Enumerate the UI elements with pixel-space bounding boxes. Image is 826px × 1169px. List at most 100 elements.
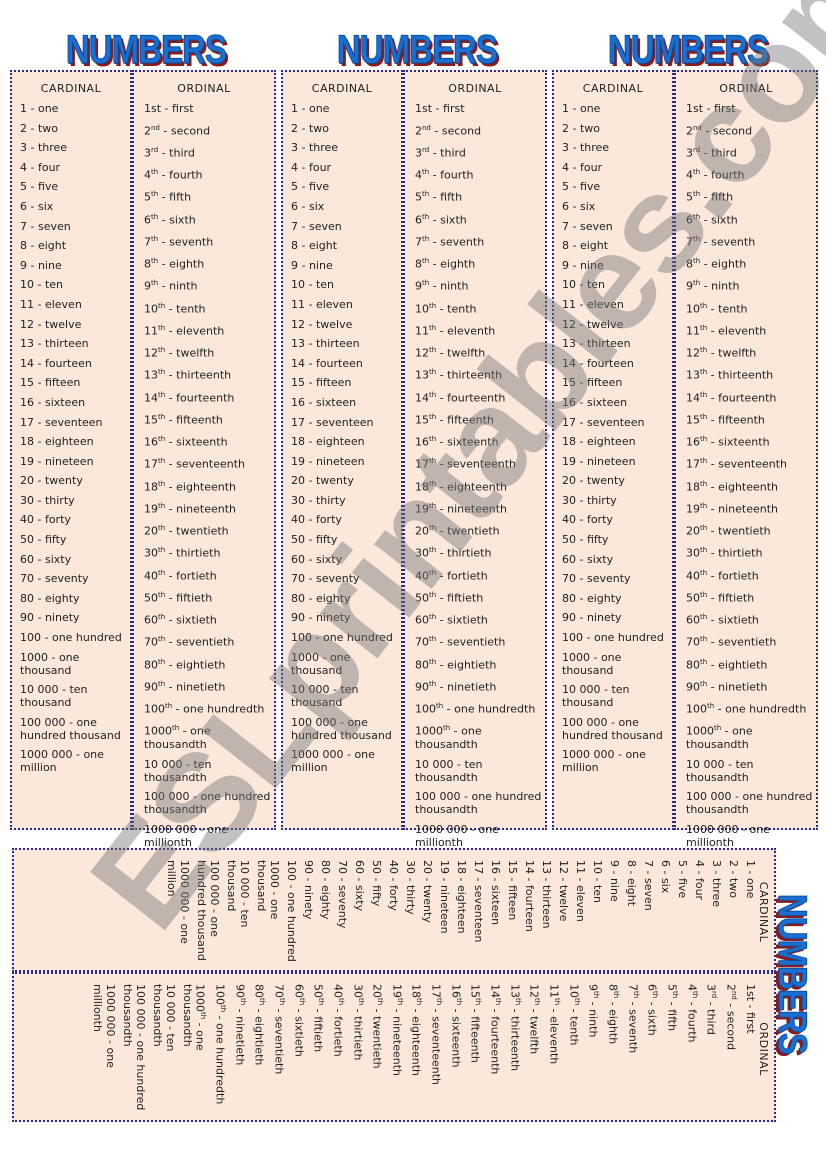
ordinal-suffix: th bbox=[422, 212, 430, 221]
cardinal-item: 30 - thirty bbox=[562, 493, 617, 507]
ordinal-item: 90th - ninetieth bbox=[686, 679, 768, 694]
ordinal-suffix: th bbox=[671, 991, 680, 999]
ordinal-suffix: th bbox=[436, 702, 444, 711]
ordinal-item: 7th - seventh bbox=[415, 234, 485, 249]
ordinal-item: 14th - fourteenth bbox=[686, 390, 777, 405]
ordinal-item: 20th - twentieth bbox=[144, 524, 229, 538]
ordinal-suffix: th bbox=[700, 412, 708, 421]
cardinal-list: 1 - one 2 - two 3 - three 4 - four 5 - five 6… bbox=[20, 102, 128, 781]
cardinal-item: 12 - twelve bbox=[562, 317, 624, 331]
ordinal-suffix: th bbox=[429, 323, 437, 332]
ordinal-item: 5th - fifth bbox=[415, 190, 463, 204]
ordinal-item: 100 000 - one hundred thousandth bbox=[120, 984, 147, 1111]
ordinal-suffix: th bbox=[422, 234, 430, 243]
ordinal-suffix: th bbox=[422, 279, 430, 288]
ordinal-item: 18th - eighteenth bbox=[144, 479, 237, 494]
cardinal-item: 1000 - one thousand bbox=[255, 860, 281, 920]
ordinal-suffix: nd bbox=[151, 123, 160, 132]
ordinal-suffix: th bbox=[690, 991, 699, 999]
ordinal-suffix: th bbox=[429, 635, 437, 644]
ordinal-suffix: th bbox=[395, 998, 404, 1006]
cardinal-item: 18 - eighteen bbox=[562, 435, 636, 449]
ordinal-item: 4th - fourth bbox=[685, 984, 699, 1043]
ordinal-item: 15th - fifteenth bbox=[686, 412, 765, 427]
ordinal-item: 3rd - third bbox=[144, 145, 195, 160]
ordinal-item: 90th - ninetieth bbox=[144, 679, 226, 694]
cardinal-header: CARDINAL bbox=[582, 82, 644, 95]
ordinal-suffix: th bbox=[172, 724, 180, 733]
cardinal-item: 7 - seven bbox=[642, 860, 655, 911]
cardinal-item: 4 - four bbox=[562, 160, 603, 174]
cardinal-item: 60 - sixty bbox=[353, 860, 366, 912]
ordinal-suffix: th bbox=[415, 998, 424, 1006]
ordinal-list: 1st - first 2nd - second 3rd - third 4th - … bbox=[686, 102, 814, 855]
ordinal-suffix: th bbox=[693, 190, 701, 199]
ordinal-suffix: th bbox=[429, 546, 437, 555]
cardinal-item: 5 - five bbox=[562, 180, 601, 194]
ordinal-item: 17th - seventeenth bbox=[415, 457, 517, 471]
rotated-ordinal-content: ORDINAL 1st - first 2nd - second 3rd - thir… bbox=[17, 984, 770, 1114]
cardinal-item: 1000 000 - one million bbox=[562, 748, 646, 775]
ordinal-suffix: th bbox=[376, 998, 385, 1006]
cardinal-card: CARDINAL 1 - one 2 - two 3 - three 4 - four 5… bbox=[552, 70, 674, 830]
cardinal-item: 80 - eighty bbox=[562, 591, 622, 605]
ordinal-suffix: th bbox=[429, 568, 437, 577]
ordinal-item: 15th - fifteenth bbox=[468, 984, 483, 1063]
ordinal-suffix: th bbox=[158, 435, 166, 444]
cardinal-item: 18 - eighteen bbox=[291, 435, 365, 449]
cardinal-item: 13 - thirteen bbox=[540, 860, 553, 929]
ordinal-item: 6th - sixth bbox=[144, 212, 196, 227]
ordinal-item: 2nd - second bbox=[415, 123, 482, 138]
ordinal-item: 15th - fifteenth bbox=[415, 412, 494, 427]
cardinal-item: 90 - ninety bbox=[291, 611, 351, 625]
ordinal-item: 10th - tenth bbox=[415, 301, 477, 316]
ordinal-item: 6th - sixth bbox=[686, 212, 738, 227]
ordinal-item: 1st - first bbox=[144, 102, 194, 115]
ordinal-item: 1000 000 - one millionth bbox=[415, 822, 499, 849]
ordinal-item: 70th - seventieth bbox=[686, 635, 777, 649]
ordinal-item: 14th - fourteenth bbox=[488, 984, 503, 1075]
ordinal-suffix: th bbox=[158, 412, 166, 421]
ordinal-item: 90th - ninetieth bbox=[415, 679, 497, 694]
ordinal-item: 5th - fifth bbox=[665, 984, 680, 1032]
ordinal-item: 1st - first bbox=[415, 102, 465, 115]
ordinal-item: 70th - seventieth bbox=[144, 635, 235, 649]
ordinal-suffix: th bbox=[429, 590, 437, 599]
ordinal-suffix: th bbox=[612, 991, 621, 999]
ordinal-suffix: th bbox=[158, 657, 166, 666]
ordinal-suffix: th bbox=[158, 301, 166, 310]
ordinal-suffix: th bbox=[494, 998, 503, 1006]
ordinal-card: ORDINAL 1st - first 2nd - second 3rd - thir… bbox=[132, 70, 276, 849]
ordinal-suffix: th bbox=[429, 479, 437, 488]
cardinal-item: 6 - six bbox=[20, 199, 54, 213]
cardinal-item: 17 - seventeen bbox=[291, 415, 374, 429]
ordinal-item: 13th - thirteenth bbox=[686, 368, 774, 382]
ordinal-suffix: th bbox=[158, 457, 166, 466]
cardinal-item: 50 - fifty bbox=[291, 533, 338, 547]
ordinal-suffix: th bbox=[238, 998, 247, 1006]
ordinal-suffix: th bbox=[700, 635, 708, 644]
ordinal-suffix: th bbox=[700, 301, 708, 310]
cardinal-item: 90 - ninety bbox=[20, 611, 80, 625]
cardinal-item: 15 - fifteen bbox=[291, 376, 352, 390]
ordinal-suffix: th bbox=[429, 613, 437, 622]
ordinal-item: 11th - eleventh bbox=[415, 323, 496, 338]
ordinal-item: 19th - nineteenth bbox=[144, 501, 237, 516]
ordinal-item: 1000th - one thousandth bbox=[180, 984, 208, 1051]
ordinal-item: 100th - one hundredth bbox=[144, 702, 265, 716]
ordinal-item: 13th - thirteenth bbox=[508, 984, 522, 1072]
ordinal-suffix: nd bbox=[693, 123, 702, 132]
ordinal-item: 12th - twelfth bbox=[527, 984, 542, 1055]
ordinal-item: 10 000 - ten thousandth bbox=[150, 984, 177, 1052]
cardinal-item: 5 - five bbox=[20, 180, 59, 194]
cardinal-item: 11 - eleven bbox=[20, 297, 82, 311]
ordinal-suffix: th bbox=[158, 524, 166, 533]
ordinal-item: 12th - twelfth bbox=[686, 346, 757, 360]
ordinal-item: 1000 000 - one millionth bbox=[90, 984, 117, 1068]
cardinal-item: 40 - forty bbox=[387, 860, 400, 911]
ordinal-list: 1st - first 2nd - second 3rd - third 4th - … bbox=[415, 102, 543, 855]
cardinal-item: 14 - fourteen bbox=[291, 356, 363, 370]
ordinal-item: 3rd - third bbox=[686, 145, 737, 160]
cardinal-item: 15 - fifteen bbox=[562, 376, 623, 390]
cardinal-item: 14 - fourteen bbox=[562, 356, 634, 370]
